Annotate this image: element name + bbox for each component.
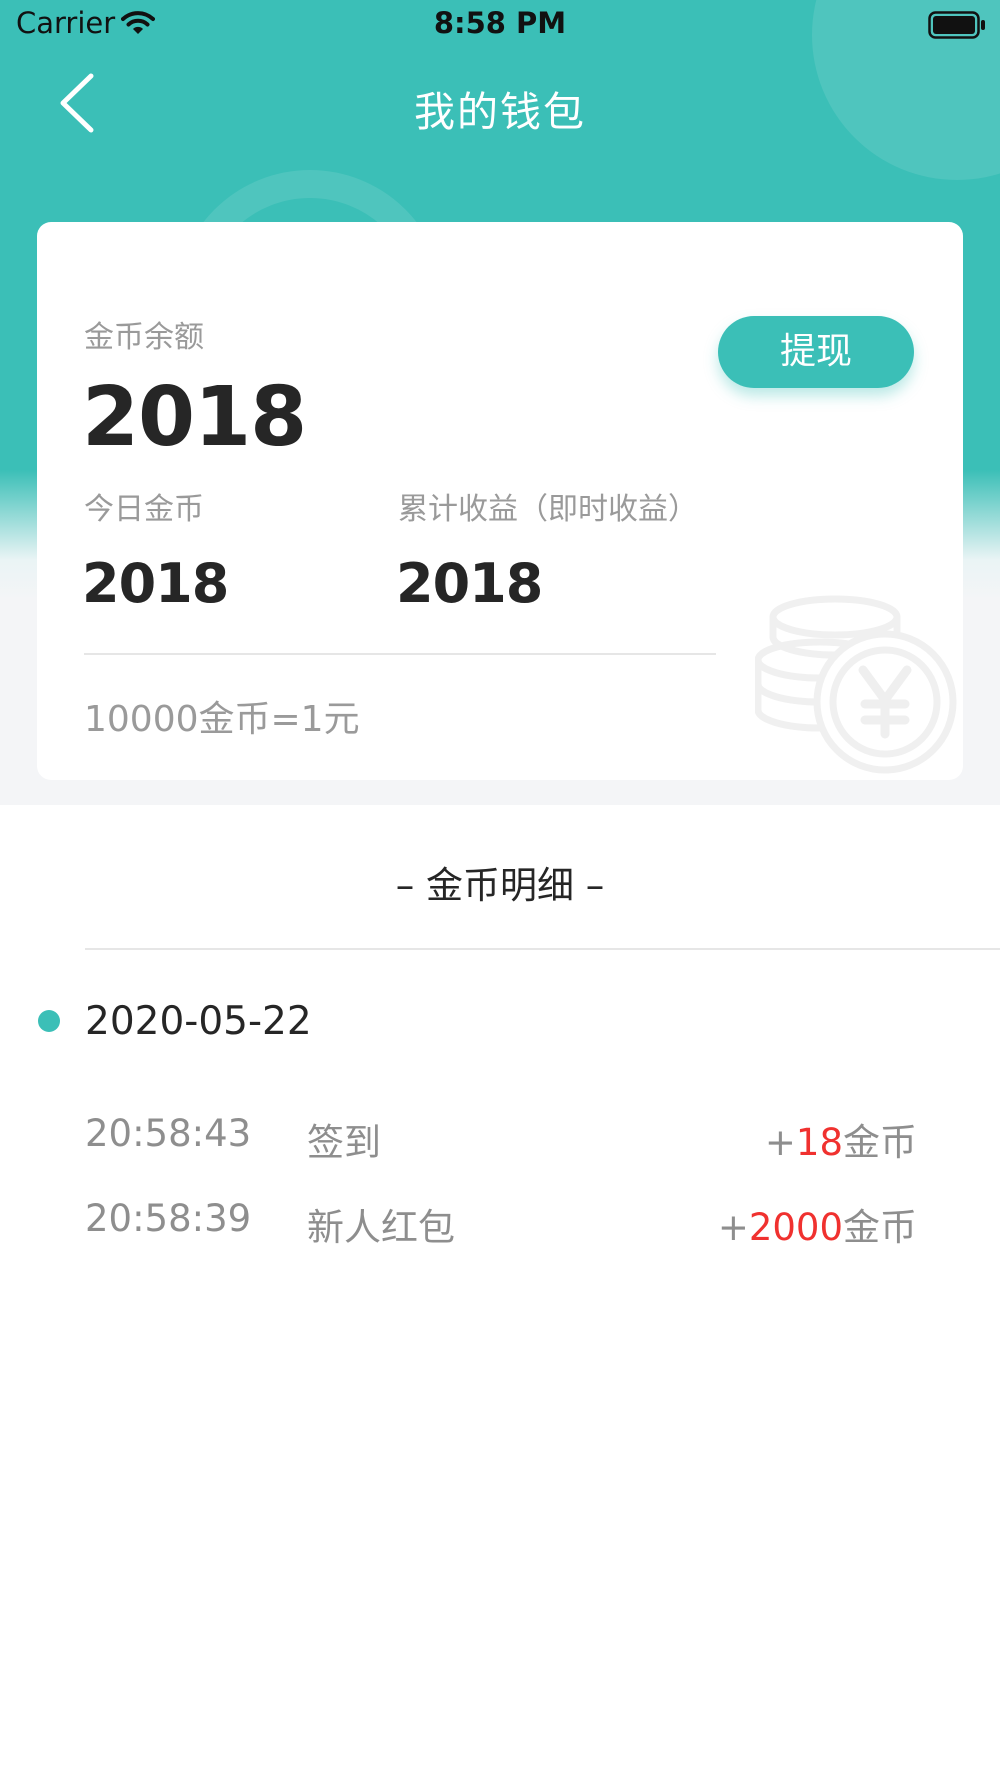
coin-yen-icon (755, 595, 957, 774)
record-amount-unit: 金币 (843, 1206, 917, 1249)
record-amount-prefix: + (717, 1206, 749, 1249)
status-bar: Carrier 8:58 PM (0, 0, 1000, 50)
record-name: 签到 (307, 1121, 381, 1164)
record-amount: +18金币 (765, 1112, 917, 1166)
withdraw-button[interactable]: 提现 (718, 316, 914, 388)
exchange-rate: 10000金币=1元 (84, 699, 360, 740)
record-amount-number: 2000 (748, 1206, 843, 1249)
details-section-title: – 金币明细 – (395, 864, 605, 907)
record-row: 20:58:43 签到 +18金币 (0, 1112, 1000, 1172)
record-amount: +2000金币 (718, 1197, 917, 1251)
record-date: 2020-05-22 (85, 999, 312, 1044)
record-time: 20:58:39 (85, 1197, 252, 1240)
balance-label: 金币余额 (84, 320, 204, 355)
record-time: 20:58:43 (85, 1112, 252, 1155)
balance-value: 2018 (82, 370, 307, 465)
timeline-dot (38, 1010, 60, 1032)
today-coins-label: 今日金币 (84, 492, 204, 527)
record-amount-number: 18 (795, 1121, 843, 1164)
card-divider (84, 653, 716, 655)
wallet-card: 金币余额 2018 提现 今日金币 2018 累计收益（即时收益） 2018 1… (37, 222, 963, 780)
total-earnings-value: 2018 (396, 552, 543, 615)
battery-icon (928, 11, 985, 39)
status-time: 8:58 PM (433, 6, 567, 40)
today-coins-value: 2018 (82, 552, 229, 615)
record-row: 20:58:39 新人红包 +2000金币 (0, 1197, 1000, 1257)
record-name: 新人红包 (307, 1206, 455, 1249)
details-divider (85, 948, 1000, 950)
total-earnings-label: 累计收益（即时收益） (398, 492, 698, 527)
record-amount-prefix: + (764, 1121, 796, 1164)
record-amount-unit: 金币 (843, 1121, 917, 1164)
page-title: 我的钱包 (414, 88, 586, 136)
